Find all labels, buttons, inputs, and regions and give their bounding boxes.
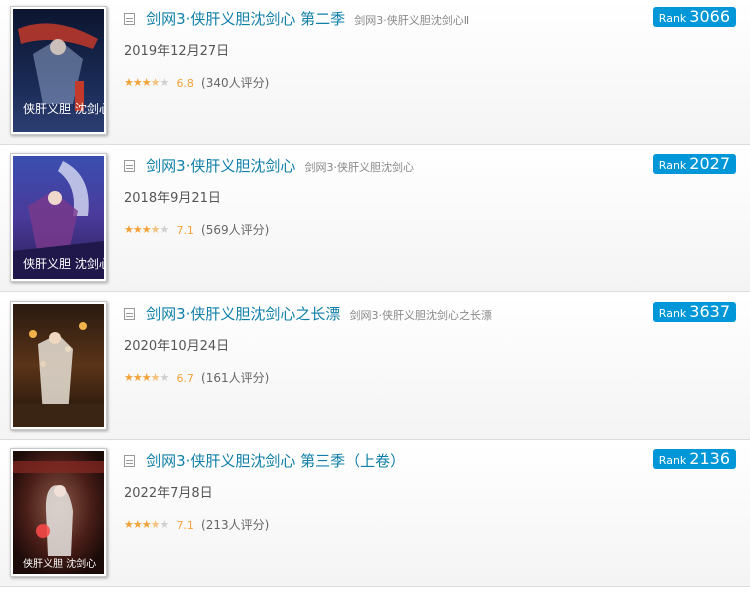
score: 6.8 <box>176 77 194 90</box>
rating: ★★★★★ 6.8 (340人评分) <box>124 72 269 91</box>
vote-count: (569人评分) <box>201 223 270 237</box>
star-rating-icon: ★★★★★ <box>124 76 169 89</box>
rank-badge: Rank 3066 <box>652 7 736 27</box>
rating: ★★★★★ 6.7 (161人评分) <box>124 367 269 386</box>
cover-art: 侠肝义胆 沈剑心 <box>13 156 104 279</box>
original-title: 剑网3·侠肝义胆沈剑心Ⅱ <box>354 14 470 27</box>
title-line: 剑网3·侠肝义胆沈剑心 剑网3·侠肝义胆沈剑心 <box>124 155 414 176</box>
tv-icon <box>124 308 135 320</box>
rank-number: 2136 <box>689 449 730 468</box>
tv-icon <box>124 160 135 172</box>
score: 7.1 <box>176 519 194 532</box>
score: 7.1 <box>176 224 194 237</box>
air-date: 2019年12月27日 <box>124 44 230 59</box>
cover-image[interactable] <box>10 301 107 430</box>
air-date: 2022年7月8日 <box>124 486 213 501</box>
tv-icon <box>124 455 135 467</box>
cover-art: 侠肝义胆 沈剑心 <box>13 9 104 132</box>
rank-number: 3637 <box>689 302 730 321</box>
original-title: 剑网3·侠肝义胆沈剑心之长漂 <box>349 309 493 322</box>
title-link[interactable]: 剑网3·侠肝义胆沈剑心 第二季 <box>146 10 345 28</box>
list-item: 侠肝义胆 沈剑心 剑网3·侠肝义胆沈剑心 第二季 剑网3·侠肝义胆沈剑心Ⅱ 20… <box>0 0 750 145</box>
rank-label: Rank <box>658 12 687 25</box>
rank-badge: Rank 2027 <box>652 154 736 174</box>
cover-logo-text: 侠肝义胆 沈剑心 <box>23 557 96 570</box>
list-item: 侠肝义胆 沈剑心 剑网3·侠肝义胆沈剑心 剑网3·侠肝义胆沈剑心 2018年9月… <box>0 147 750 292</box>
title-link[interactable]: 剑网3·侠肝义胆沈剑心 第三季（上卷） <box>146 452 405 470</box>
cover-art <box>13 304 104 427</box>
rating: ★★★★★ 7.1 (213人评分) <box>124 514 269 533</box>
vote-count: (213人评分) <box>201 518 270 532</box>
cover-logo-text: 侠肝义胆 沈剑心 <box>23 256 104 271</box>
list-item: 剑网3·侠肝义胆沈剑心之长漂 剑网3·侠肝义胆沈剑心之长漂 2020年10月24… <box>0 295 750 440</box>
title-link[interactable]: 剑网3·侠肝义胆沈剑心 <box>146 157 295 175</box>
rank-badge: Rank 2136 <box>652 449 736 469</box>
air-date: 2020年10月24日 <box>124 339 230 354</box>
title-link[interactable]: 剑网3·侠肝义胆沈剑心之长漂 <box>146 305 340 323</box>
title-line: 剑网3·侠肝义胆沈剑心 第二季 剑网3·侠肝义胆沈剑心Ⅱ <box>124 8 469 29</box>
title-line: 剑网3·侠肝义胆沈剑心 第三季（上卷） <box>124 450 405 471</box>
rank-label: Rank <box>658 454 687 467</box>
vote-count: (161人评分) <box>201 371 270 385</box>
rank-label: Rank <box>658 159 687 172</box>
star-rating-icon: ★★★★★ <box>124 518 169 531</box>
list-item: 侠肝义胆 沈剑心 剑网3·侠肝义胆沈剑心 第三季（上卷） 2022年7月8日 ★… <box>0 442 750 587</box>
cover-image[interactable]: 侠肝义胆 沈剑心 <box>10 153 107 282</box>
cover-image[interactable]: 侠肝义胆 沈剑心 <box>10 448 107 577</box>
rating: ★★★★★ 7.1 (569人评分) <box>124 219 269 238</box>
air-date: 2018年9月21日 <box>124 191 221 206</box>
original-title: 剑网3·侠肝义胆沈剑心 <box>304 161 415 174</box>
rank-badge: Rank 3637 <box>652 302 736 322</box>
tv-icon <box>124 13 135 25</box>
score: 6.7 <box>176 372 194 385</box>
vote-count: (340人评分) <box>201 76 270 90</box>
star-rating-icon: ★★★★★ <box>124 371 169 384</box>
title-line: 剑网3·侠肝义胆沈剑心之长漂 剑网3·侠肝义胆沈剑心之长漂 <box>124 303 492 324</box>
rank-number: 3066 <box>689 7 730 26</box>
cover-art: 侠肝义胆 沈剑心 <box>13 451 104 574</box>
cover-logo-text: 侠肝义胆 沈剑心 <box>23 101 104 116</box>
rank-label: Rank <box>658 307 687 320</box>
rank-number: 2027 <box>689 154 730 173</box>
anime-list: 侠肝义胆 沈剑心 剑网3·侠肝义胆沈剑心 第二季 剑网3·侠肝义胆沈剑心Ⅱ 20… <box>0 0 750 592</box>
cover-image[interactable]: 侠肝义胆 沈剑心 <box>10 6 107 135</box>
star-rating-icon: ★★★★★ <box>124 223 169 236</box>
